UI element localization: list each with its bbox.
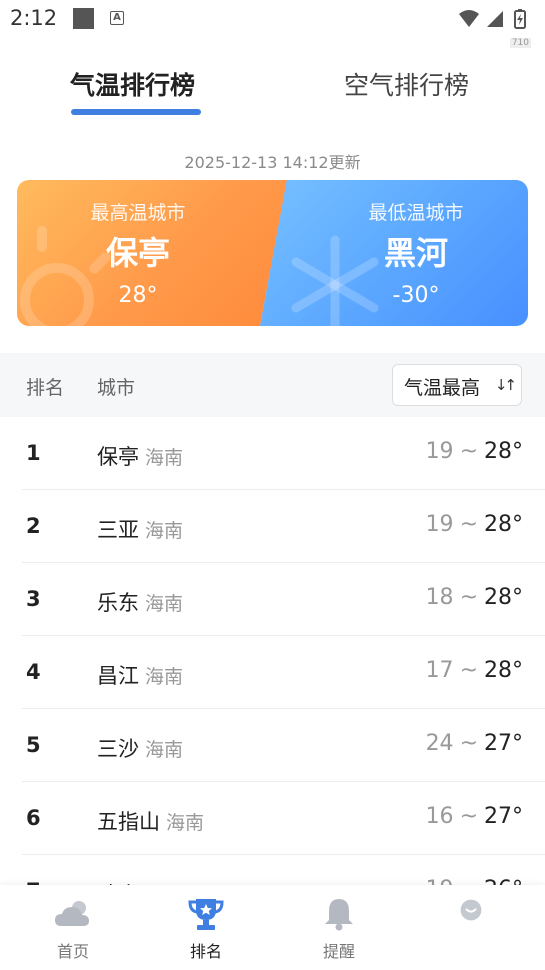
avatar-icon bbox=[460, 899, 482, 921]
nav-reminder-label: 提醒 bbox=[322, 942, 355, 961]
city-name: 三亚 bbox=[97, 518, 139, 542]
trophy-icon bbox=[188, 899, 224, 930]
city-name: 乐东 bbox=[97, 591, 139, 615]
nav-home[interactable]: 首页 bbox=[5, 885, 141, 970]
status-bar: 2:12 A 710 bbox=[0, 0, 545, 48]
temp-low: 24 bbox=[425, 731, 454, 756]
row-rank: 4 bbox=[26, 660, 41, 684]
row-temp-range: 18 ~28° bbox=[426, 585, 523, 610]
temp-high: 27° bbox=[484, 731, 523, 756]
temp-low: 18 bbox=[425, 585, 454, 610]
app-notification-icon: A bbox=[110, 11, 124, 25]
active-tab-indicator bbox=[71, 109, 201, 115]
province-name: 海南 bbox=[145, 593, 184, 615]
row-rank: 3 bbox=[26, 587, 41, 611]
row-city: 保亭 海南 bbox=[97, 441, 183, 471]
temp-separator: ~ bbox=[459, 439, 478, 464]
city-name: 昌江 bbox=[97, 664, 139, 688]
province-name: 海南 bbox=[145, 666, 184, 688]
mini-badge: 710 bbox=[509, 38, 531, 48]
city-name: 三沙 bbox=[97, 737, 139, 761]
tab-air-ranking[interactable]: 空气排行榜 bbox=[344, 66, 469, 102]
table-row[interactable]: 6 五指山 海南 16 ~27° bbox=[0, 782, 545, 855]
city-name: 五指山 bbox=[97, 810, 160, 834]
table-row[interactable]: 1 保亭 海南 19 ~28° bbox=[0, 417, 545, 490]
temp-separator: ~ bbox=[459, 512, 478, 537]
column-city: 城市 bbox=[97, 377, 136, 399]
sort-arrows-icon: ↓↑ bbox=[494, 376, 517, 394]
highest-temp: 28° bbox=[118, 283, 158, 308]
row-rank: 1 bbox=[26, 441, 41, 465]
row-rank: 2 bbox=[26, 514, 41, 538]
tab-temperature-ranking[interactable]: 气温排行榜 bbox=[70, 66, 195, 102]
nav-ranking[interactable]: 排名 bbox=[138, 885, 274, 970]
temp-separator: ~ bbox=[459, 804, 478, 829]
highlight-cards: 最高温城市 保亭 28° 最低温城市 黑河 -30° bbox=[17, 180, 528, 326]
nav-profile[interactable] bbox=[403, 885, 539, 970]
bottom-navigation: 首页 排名 提醒 bbox=[0, 885, 545, 970]
notification-square-icon bbox=[73, 8, 94, 29]
city-name: 保亭 bbox=[97, 445, 139, 469]
temp-separator: ~ bbox=[459, 658, 478, 683]
column-rank: 排名 bbox=[26, 377, 65, 399]
highest-temp-card[interactable]: 最高温城市 保亭 28° bbox=[17, 180, 287, 326]
temp-high: 28° bbox=[484, 658, 523, 683]
sort-label: 气温最高 bbox=[404, 377, 481, 399]
table-row[interactable]: 2 三亚 海南 19 ~28° bbox=[0, 490, 545, 563]
row-temp-range: 24 ~27° bbox=[426, 731, 523, 756]
temp-high: 28° bbox=[484, 512, 523, 537]
nav-home-label: 首页 bbox=[56, 942, 89, 961]
row-temp-range: 16 ~27° bbox=[426, 804, 523, 829]
lowest-temp: -30° bbox=[392, 283, 440, 308]
province-name: 海南 bbox=[166, 812, 205, 834]
temp-separator: ~ bbox=[459, 731, 478, 756]
table-row[interactable]: 4 昌江 海南 17 ~28° bbox=[0, 636, 545, 709]
province-name: 海南 bbox=[145, 520, 184, 542]
table-row[interactable]: 3 乐东 海南 18 ~28° bbox=[0, 563, 545, 636]
temp-low: 16 bbox=[425, 804, 454, 829]
lowest-label: 最低温城市 bbox=[368, 202, 464, 224]
row-city: 三亚 海南 bbox=[97, 514, 183, 544]
system-status-icons bbox=[459, 9, 526, 29]
province-name: 海南 bbox=[145, 739, 184, 761]
status-time: 2:12 bbox=[10, 6, 58, 30]
row-temp-range: 19 ~28° bbox=[426, 512, 523, 537]
cloud-sun-icon bbox=[55, 901, 89, 926]
temp-high: 27° bbox=[484, 804, 523, 829]
row-city: 三沙 海南 bbox=[97, 733, 183, 763]
temp-separator: ~ bbox=[459, 585, 478, 610]
temp-low: 19 bbox=[425, 512, 454, 537]
signal-icon bbox=[487, 11, 503, 27]
wifi-icon bbox=[459, 10, 479, 27]
list-header: 排名 城市 气温最高 ↓↑ bbox=[0, 353, 545, 417]
nav-ranking-label: 排名 bbox=[189, 942, 222, 961]
nav-reminder[interactable]: 提醒 bbox=[271, 885, 407, 970]
row-rank: 6 bbox=[26, 806, 41, 830]
temp-high: 28° bbox=[484, 585, 523, 610]
temp-high: 28° bbox=[484, 439, 523, 464]
row-city: 乐东 海南 bbox=[97, 587, 183, 617]
temp-low: 19 bbox=[425, 439, 454, 464]
temp-low: 17 bbox=[425, 658, 454, 683]
province-name: 海南 bbox=[145, 447, 184, 469]
highest-city: 保亭 bbox=[105, 234, 170, 272]
sort-dropdown[interactable]: 气温最高 ↓↑ bbox=[392, 364, 522, 406]
lowest-city: 黑河 bbox=[383, 234, 448, 272]
row-temp-range: 19 ~28° bbox=[426, 439, 523, 464]
row-rank: 5 bbox=[26, 733, 41, 757]
lowest-temp-card[interactable]: 最低温城市 黑河 -30° bbox=[260, 180, 528, 326]
table-row[interactable]: 5 三沙 海南 24 ~27° bbox=[0, 709, 545, 782]
row-temp-range: 17 ~28° bbox=[426, 658, 523, 683]
row-city: 昌江 海南 bbox=[97, 660, 183, 690]
bell-icon bbox=[325, 899, 353, 931]
update-timestamp: 2025-12-13 14:12更新 bbox=[184, 153, 361, 172]
ranking-list: 1 保亭 海南 19 ~28° 2 三亚 海南 19 ~28° 3 乐东 海南 18 ~28… bbox=[0, 417, 545, 928]
row-city: 五指山 海南 bbox=[97, 806, 204, 836]
highest-label: 最高温城市 bbox=[90, 202, 186, 224]
